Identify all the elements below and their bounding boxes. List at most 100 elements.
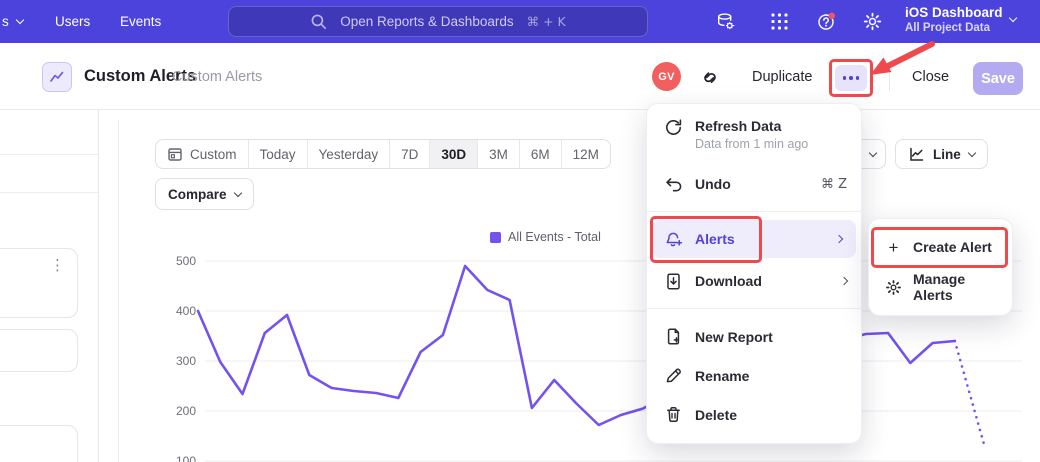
search-placeholder: Open Reports & Dashboards — [340, 14, 513, 29]
range-6m[interactable]: 6M — [520, 140, 562, 168]
project-scope: All Project Data — [905, 21, 1003, 35]
range-today[interactable]: Today — [249, 140, 308, 168]
notification-dot — [829, 13, 835, 19]
menu-item-undo[interactable]: Undo ⌘ Z — [647, 165, 861, 203]
refresh-icon — [664, 118, 683, 137]
range-7d[interactable]: 7D — [390, 140, 430, 168]
alerts-submenu: + Create Alert Manage Alerts — [868, 218, 1013, 316]
menu-item-delete[interactable]: Delete — [647, 395, 861, 434]
nav-item-users[interactable]: Users — [55, 0, 90, 43]
range-12m[interactable]: 12M — [562, 140, 610, 168]
apps-grid-icon[interactable] — [770, 12, 789, 31]
range-30d-active[interactable]: 30D — [430, 140, 478, 168]
y-tick-300: 300 — [164, 354, 196, 368]
series-projection-dotted — [955, 341, 985, 447]
top-nav: s Users Events Open Reports & Dashboards… — [0, 0, 1040, 43]
avatar[interactable]: GV — [652, 62, 681, 91]
report-options-menu: Refresh Data Data from 1 min ago Undo ⌘ … — [646, 103, 862, 444]
date-range-control: Custom Today Yesterday 7D 30D 3M 6M 12M — [155, 139, 611, 169]
duplicate-button[interactable]: Duplicate — [752, 69, 812, 85]
line-chart-icon — [908, 146, 925, 163]
y-tick-200: 200 — [164, 404, 196, 418]
legend-swatch-icon — [490, 232, 501, 243]
help-icon[interactable] — [817, 12, 836, 31]
breadcrumb: Custom Alerts — [172, 69, 262, 85]
chart-card-left-border — [118, 120, 119, 462]
menu-item-label: New Report — [695, 329, 773, 345]
global-search-input[interactable]: Open Reports & Dashboards ⌘ + K — [228, 6, 648, 37]
undo-icon — [664, 175, 683, 194]
range-custom[interactable]: Custom — [156, 140, 249, 168]
nav-item-events[interactable]: Events — [120, 0, 161, 43]
search-shortcut: ⌘ + K — [527, 14, 566, 29]
menu-item-new-report[interactable]: New Report — [647, 317, 861, 356]
dot-icon — [843, 76, 847, 80]
file-plus-icon — [664, 327, 683, 346]
menu-item-label: Rename — [695, 368, 749, 384]
compare-button[interactable]: Compare — [155, 178, 254, 210]
chevron-down-icon — [968, 148, 976, 156]
report-thumbnail-icon — [42, 62, 72, 92]
copy-link-icon[interactable] — [699, 65, 721, 87]
sidebar-card[interactable] — [0, 425, 78, 462]
chart-type-button[interactable]: Line — [895, 139, 988, 169]
sidebar-row-divider — [0, 154, 98, 155]
y-tick-400: 400 — [164, 304, 196, 318]
pencil-icon — [664, 366, 683, 385]
chevron-right-icon — [835, 235, 843, 243]
menu-divider — [647, 308, 861, 309]
range-label: 3M — [489, 147, 508, 162]
menu-item-manage-alerts[interactable]: Manage Alerts — [869, 267, 1012, 307]
range-label: Yesterday — [319, 147, 379, 162]
nav-item-label: Events — [120, 14, 161, 29]
menu-item-download[interactable]: Download — [647, 262, 861, 300]
range-yesterday[interactable]: Yesterday — [308, 140, 391, 168]
y-tick-100: 100 — [164, 454, 196, 462]
compare-label: Compare — [168, 187, 227, 202]
range-label: 7D — [401, 147, 418, 162]
dot-icon — [849, 76, 853, 80]
nav-item-label: s — [2, 14, 9, 29]
settings-gear-icon[interactable] — [863, 12, 882, 31]
bell-plus-icon — [664, 230, 683, 249]
sidebar-card[interactable] — [0, 329, 78, 372]
menu-divider — [647, 211, 861, 212]
save-button[interactable]: Save — [973, 62, 1023, 95]
sidebar-card[interactable] — [0, 248, 78, 318]
sidebar-divider — [98, 110, 99, 462]
trash-icon — [664, 405, 683, 424]
range-label: 30D — [441, 147, 466, 162]
chevron-down-icon — [233, 188, 241, 196]
range-label: Today — [260, 147, 296, 162]
range-label: 12M — [573, 147, 599, 162]
header-divider — [889, 65, 890, 91]
nav-item-clipped-dropdown[interactable]: s — [2, 0, 23, 43]
close-button[interactable]: Close — [912, 69, 949, 85]
project-switcher[interactable]: iOS Dashboard All Project Data — [905, 4, 1003, 35]
menu-item-label: Refresh Data — [695, 118, 808, 134]
chevron-down-icon — [16, 16, 24, 24]
sidebar-row-divider — [0, 192, 98, 193]
chevron-down-icon — [1009, 14, 1017, 22]
y-tick-500: 500 — [164, 254, 196, 268]
menu-item-rename[interactable]: Rename — [647, 356, 861, 395]
data-management-icon[interactable] — [716, 12, 735, 31]
chevron-right-icon — [840, 277, 848, 285]
menu-item-label: Alerts — [695, 231, 735, 247]
menu-item-label: Undo — [695, 176, 731, 192]
more-options-button[interactable] — [835, 65, 867, 91]
calendar-icon — [167, 146, 183, 162]
keyboard-shortcut: ⌘ Z — [821, 177, 847, 192]
kebab-menu-icon[interactable]: ⋮ — [50, 256, 65, 274]
legend-label: All Events - Total — [508, 230, 601, 244]
gear-icon — [884, 278, 903, 297]
file-download-icon — [664, 272, 683, 291]
project-name: iOS Dashboard — [905, 4, 1003, 21]
menu-item-label: Delete — [695, 407, 737, 423]
menu-item-refresh-data[interactable]: Refresh Data Data from 1 min ago — [647, 113, 861, 165]
chevron-down-icon — [869, 148, 877, 156]
menu-item-label: Manage Alerts — [913, 271, 1000, 303]
menu-item-alerts[interactable]: Alerts — [652, 220, 856, 258]
menu-item-create-alert[interactable]: + Create Alert — [869, 227, 1012, 267]
range-3m[interactable]: 3M — [478, 140, 520, 168]
